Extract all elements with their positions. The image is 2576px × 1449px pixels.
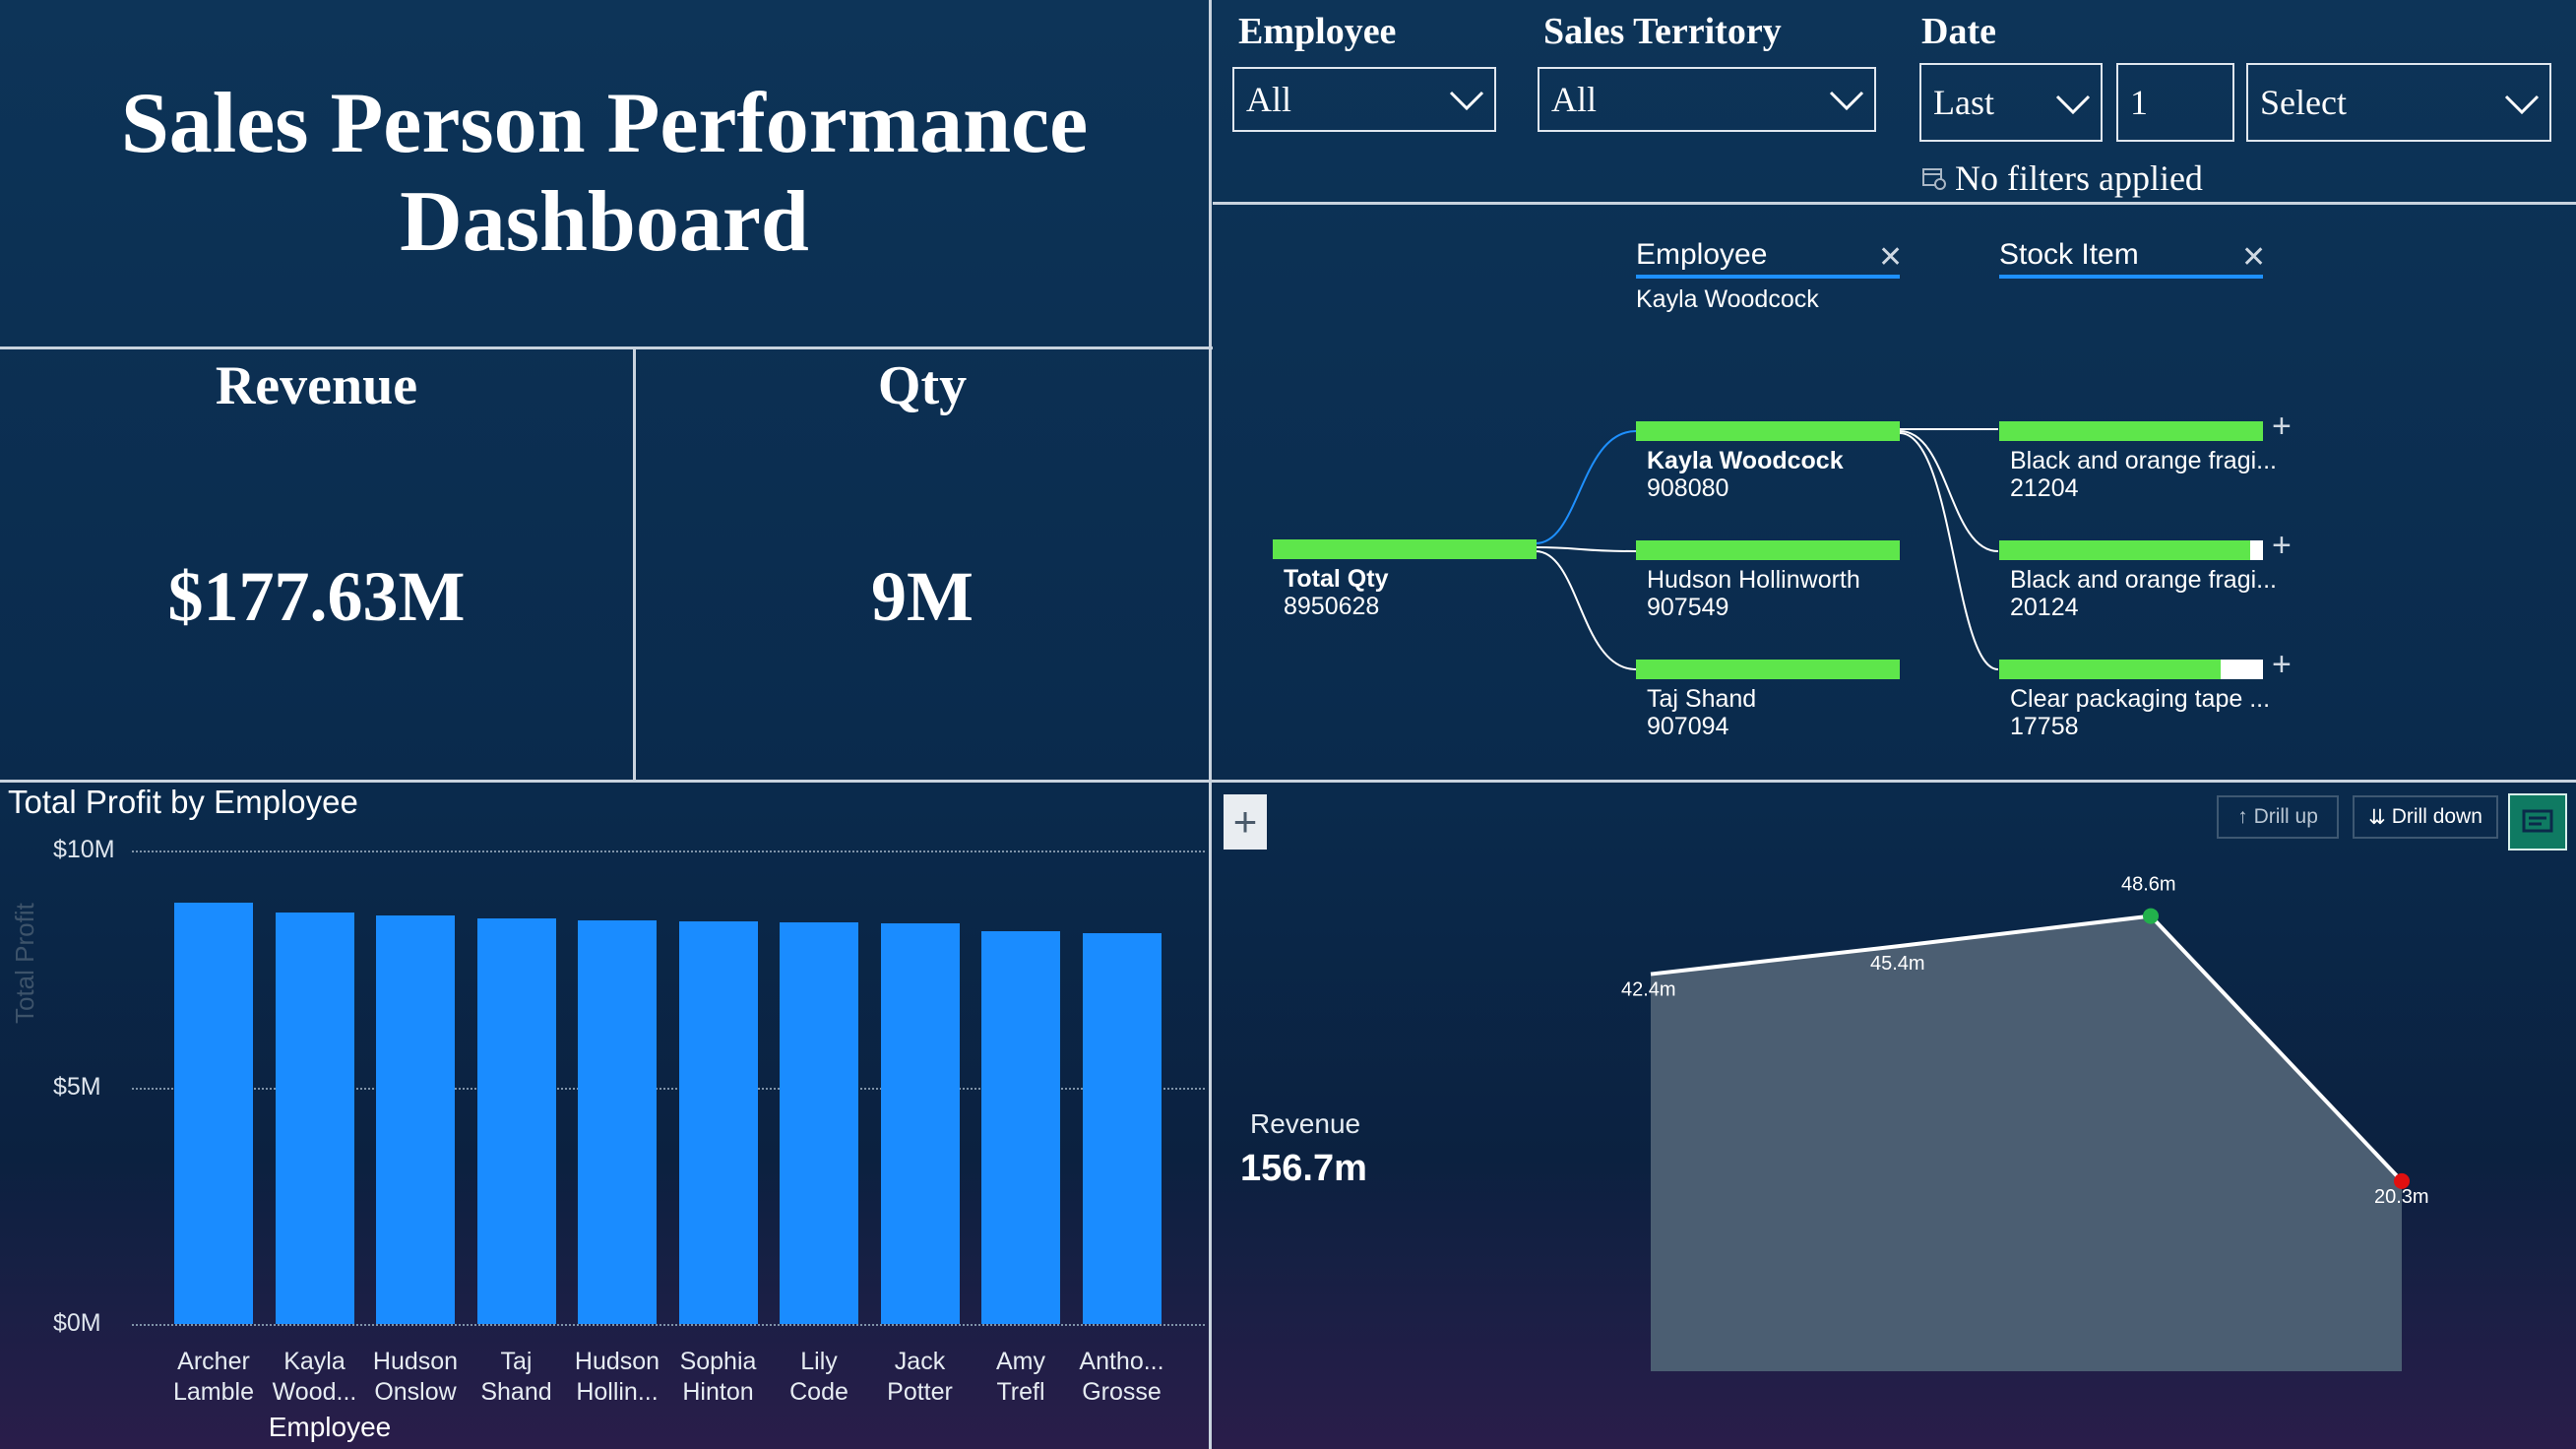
data-label: 48.6m (2121, 874, 2176, 896)
data-label: 42.4m (1621, 979, 1676, 1001)
area-chart: 42.4m 45.4m 48.6m 20.3m (1621, 874, 2429, 1371)
data-label: 45.4m (1870, 953, 1925, 975)
area-fill (1651, 915, 2402, 1371)
data-label: 20.3m (2374, 1186, 2429, 1208)
data-point-marker[interactable] (2143, 908, 2159, 924)
